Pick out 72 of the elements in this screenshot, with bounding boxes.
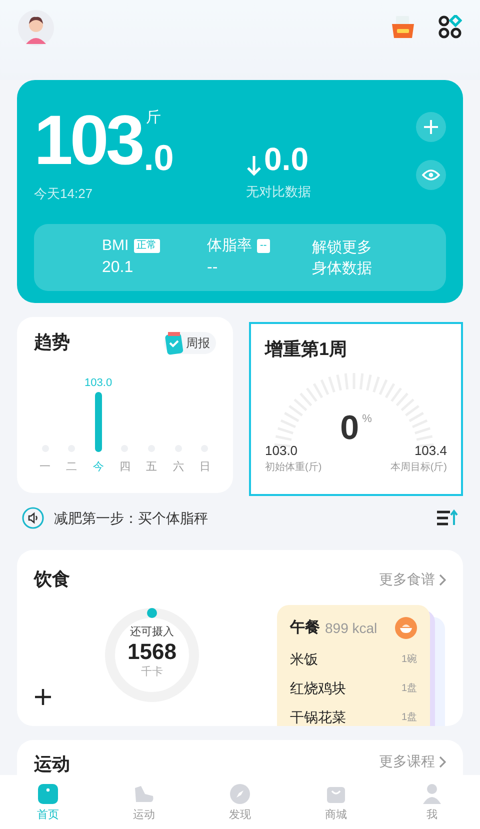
card-title: 运动 bbox=[34, 753, 70, 776]
metric-value: 20.1 bbox=[102, 258, 134, 278]
food-amount: 1盘 bbox=[401, 711, 417, 725]
sort-icon[interactable] bbox=[436, 509, 458, 527]
metric-label: BMI bbox=[102, 236, 129, 256]
bowl-icon bbox=[395, 617, 417, 640]
change-note: 无对比数据 bbox=[246, 183, 312, 201]
avatar[interactable] bbox=[18, 10, 54, 46]
food-amount: 1盘 bbox=[401, 682, 417, 696]
ring-unit: 千卡 bbox=[141, 665, 163, 679]
tip-text[interactable]: 减肥第一步：买个体脂秤 bbox=[54, 508, 436, 528]
more-courses-link[interactable]: 更多课程 bbox=[379, 751, 446, 772]
meal-card[interactable]: 午餐 899 kcal 米饭 1碗 红烧鸡块 1盘 干锅花菜 1盘 bbox=[277, 605, 430, 726]
day-label[interactable]: 六 bbox=[172, 460, 184, 474]
calendar-icon bbox=[164, 330, 184, 354]
weekly-report-button[interactable]: 周报 bbox=[164, 332, 216, 354]
unlock-link[interactable]: 解锁更多身体数据 bbox=[312, 236, 374, 278]
plus-icon bbox=[424, 120, 438, 134]
person-icon bbox=[420, 782, 444, 806]
weight-gain-card[interactable]: 增重第1周 0% 103.0 初始体重(斤) 103.4 本周目标(斤) bbox=[249, 322, 463, 496]
tab[interactable]: 商城 bbox=[288, 775, 384, 829]
food-name: 干锅花菜 bbox=[290, 708, 346, 726]
add-food-button[interactable] bbox=[34, 688, 52, 706]
chevron-right-icon bbox=[439, 756, 446, 768]
meal-calories: 899 kcal bbox=[325, 618, 378, 638]
card-title: 增重第1周 bbox=[265, 338, 348, 361]
trend-bar bbox=[94, 392, 102, 452]
food-amount: 1碗 bbox=[401, 652, 417, 667]
bar-value: 103.0 bbox=[84, 376, 112, 390]
food-name: 红烧鸡块 bbox=[290, 679, 346, 698]
day-label[interactable]: 今 bbox=[92, 460, 104, 474]
measure-time: 今天14:27 bbox=[34, 185, 94, 203]
status-tag: 正常 bbox=[134, 239, 160, 253]
day-label[interactable]: 日 bbox=[199, 460, 210, 474]
metric-label: 体脂率 bbox=[207, 236, 252, 256]
start-weight: 103.0 bbox=[265, 443, 298, 459]
percent-value: 0 bbox=[340, 409, 360, 447]
tab[interactable]: 我 bbox=[384, 775, 480, 829]
unit-label: 斤 bbox=[146, 108, 162, 128]
meal-name: 午餐 bbox=[290, 618, 320, 638]
card-title: 趋势 bbox=[34, 331, 70, 354]
food-name: 米饭 bbox=[290, 650, 318, 669]
day-label[interactable]: 五 bbox=[146, 460, 158, 474]
weight-change: 0.0 bbox=[264, 142, 308, 176]
percent-unit: % bbox=[362, 412, 372, 427]
eye-icon bbox=[422, 169, 440, 181]
tab[interactable]: 首页 bbox=[0, 775, 96, 829]
apps-grid-icon[interactable] bbox=[438, 15, 462, 39]
weight-caption: 本周目标(斤) bbox=[390, 461, 447, 475]
chevron-right-icon bbox=[439, 574, 446, 586]
tab[interactable]: 发现 bbox=[192, 775, 288, 829]
shop-basket-icon[interactable] bbox=[390, 14, 416, 40]
weight-value: 103 bbox=[34, 102, 142, 178]
down-arrow-icon bbox=[246, 154, 262, 176]
compass-icon bbox=[228, 782, 252, 806]
status-tag: -- bbox=[257, 239, 270, 253]
speaker-icon bbox=[22, 507, 44, 529]
ring-label: 还可摄入 bbox=[130, 625, 174, 639]
home-scale-icon bbox=[36, 782, 60, 806]
day-label[interactable]: 二 bbox=[66, 460, 78, 474]
target-weight: 103.4 bbox=[414, 443, 447, 459]
weight-caption: 初始体重(斤) bbox=[265, 461, 322, 475]
tab[interactable]: 运动 bbox=[96, 775, 192, 829]
day-label[interactable]: 一 bbox=[40, 460, 50, 474]
card-title: 饮食 bbox=[34, 568, 70, 591]
calories-remaining: 1568 bbox=[128, 639, 176, 665]
weight-decimal: .0 bbox=[144, 138, 174, 178]
day-label[interactable]: 四 bbox=[119, 460, 130, 474]
more-recipes-link[interactable]: 更多食谱 bbox=[379, 569, 446, 590]
trend-card[interactable]: 趋势 周报 一 二 103.0 今 四 五 六 日 bbox=[17, 317, 233, 493]
metric-value: -- bbox=[207, 258, 219, 278]
plus-icon bbox=[35, 689, 51, 705]
